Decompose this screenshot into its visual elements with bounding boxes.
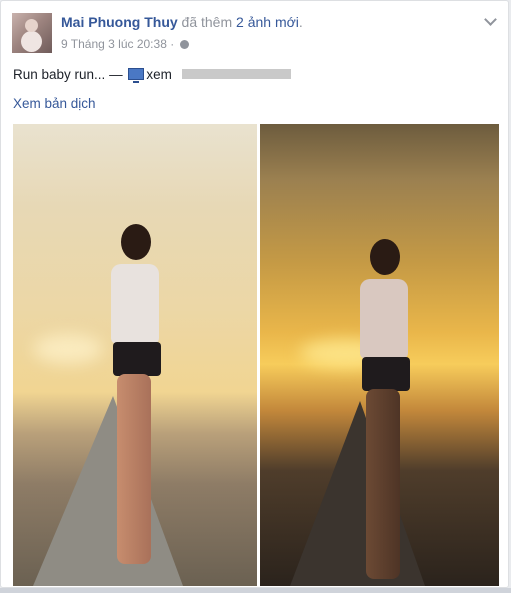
post-card: Mai Phuong Thuy đã thêm 2 ảnh mới. 9 Thá… xyxy=(0,0,509,588)
tv-icon xyxy=(128,68,145,83)
globe-icon[interactable] xyxy=(179,40,189,49)
pier xyxy=(290,401,425,586)
post-action: đã thêm 2 ảnh mới. xyxy=(181,14,303,30)
translate-link[interactable]: Xem bản dịch xyxy=(13,96,96,111)
timestamp[interactable]: 9 Tháng 3 lúc 20:38 xyxy=(61,37,167,51)
avatar[interactable] xyxy=(12,13,52,53)
post-meta: 9 Tháng 3 lúc 20:38 · xyxy=(61,37,189,51)
post-header: Mai Phuong Thuy đã thêm 2 ảnh mới. xyxy=(61,14,303,30)
photo-count-link[interactable]: 2 ảnh mới xyxy=(236,14,299,30)
author-name[interactable]: Mai Phuong Thuy xyxy=(61,14,178,30)
sun-glow xyxy=(33,334,103,364)
pier xyxy=(33,396,183,586)
photo-right[interactable] xyxy=(260,124,499,586)
photo-left[interactable] xyxy=(13,124,257,586)
chevron-down-icon[interactable] xyxy=(484,13,497,26)
activity-label: xem xyxy=(146,67,172,82)
redacted-text xyxy=(181,69,291,79)
bottom-bar xyxy=(0,588,511,593)
status-text: Run baby run... — xem xyxy=(13,67,291,83)
